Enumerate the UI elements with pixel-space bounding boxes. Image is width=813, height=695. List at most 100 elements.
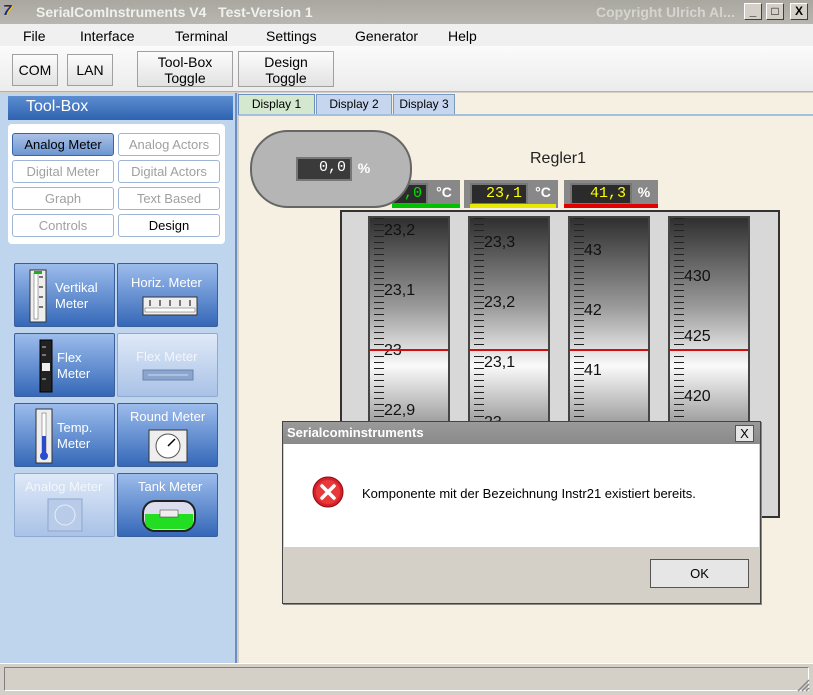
scale-label: 42 xyxy=(584,302,602,319)
close-button[interactable]: X xyxy=(790,3,808,20)
tab-display-2[interactable]: Display 2 xyxy=(316,94,392,115)
readout-2: 23,1 °C xyxy=(464,180,558,208)
scale-label: 23,1 xyxy=(384,282,416,299)
tile-label: Vertikal xyxy=(55,280,98,295)
tile-label: Temp. xyxy=(57,420,93,435)
menu-help[interactable]: Help xyxy=(448,28,477,44)
category-text-based[interactable]: Text Based xyxy=(118,187,220,210)
toolbox-title: Tool-Box xyxy=(8,96,233,120)
tab-display-1[interactable]: Display 1 xyxy=(238,94,315,115)
design-toggle-label-2: Toggle xyxy=(265,70,307,86)
percent-gauge[interactable]: 0,0 % xyxy=(250,130,412,208)
scale-label: 430 xyxy=(684,268,711,285)
design-toggle-label-1: Design xyxy=(264,54,308,70)
analog-meter-icon xyxy=(47,498,83,532)
scale-label: 23 xyxy=(384,342,402,360)
lan-button[interactable]: LAN xyxy=(67,54,113,86)
tile-label: Horiz. Meter xyxy=(131,275,202,290)
regler-title: Regler1 xyxy=(530,150,587,167)
thermometer-icon xyxy=(35,408,53,464)
app-logo-icon: 7 xyxy=(3,2,12,19)
setpoint-line xyxy=(370,349,448,351)
category-controls[interactable]: Controls xyxy=(12,214,114,237)
category-analog-meter[interactable]: Analog Meter xyxy=(12,133,114,156)
setpoint-line xyxy=(570,349,648,351)
readout-1-bar xyxy=(392,204,460,208)
flex-meter-icon xyxy=(39,339,53,393)
dialog-title: Serialcominstruments xyxy=(283,422,760,444)
readout-3-value: 41,3 xyxy=(570,183,632,205)
category-panel: Analog Meter Analog Actors Digital Meter… xyxy=(8,124,225,244)
tile-vertikal-meter[interactable]: Vertikal Meter xyxy=(14,263,115,327)
ok-button[interactable]: OK xyxy=(650,559,749,588)
percent-gauge-value: 0,0 xyxy=(296,157,352,181)
menu-generator[interactable]: Generator xyxy=(355,28,418,44)
tile-horiz-meter[interactable]: Horiz. Meter xyxy=(117,263,218,327)
copyright-text: Copyright Ulrich Al... xyxy=(596,4,735,20)
tile-label: Meter xyxy=(55,296,89,311)
scale-label: 23,2 xyxy=(384,222,416,239)
readout-1-unit: °C xyxy=(436,184,452,200)
readout-3-unit: % xyxy=(637,184,651,200)
readout-2-unit: °C xyxy=(535,184,551,200)
minimize-button[interactable]: _ xyxy=(744,3,762,20)
flex-meter-bar-icon xyxy=(142,369,194,381)
scale-label: 23,3 xyxy=(484,234,516,251)
tile-label: Flex Meter xyxy=(136,349,198,364)
setpoint-line xyxy=(470,349,548,351)
dialog-close-button[interactable]: X xyxy=(735,425,754,442)
scale-label: 22,9 xyxy=(384,402,416,419)
category-analog-actors[interactable]: Analog Actors xyxy=(118,133,220,156)
dialog-message: Komponente mit der Bezeichnung Instr21 e… xyxy=(362,486,696,501)
tile-flex-meter[interactable]: Flex Meter xyxy=(14,333,115,397)
percent-gauge-unit: % xyxy=(357,160,371,176)
scale-label: 41 xyxy=(584,362,602,379)
tile-label: Analog Meter xyxy=(25,479,103,494)
scale-label: 23,2 xyxy=(484,294,516,311)
tab-display-3[interactable]: Display 3 xyxy=(393,94,455,115)
category-graph[interactable]: Graph xyxy=(12,187,114,210)
tile-label: Flex xyxy=(57,350,82,365)
error-icon xyxy=(312,476,344,508)
menu-terminal[interactable]: Terminal xyxy=(175,28,228,44)
category-digital-meter[interactable]: Digital Meter xyxy=(12,160,114,183)
status-field xyxy=(4,667,809,691)
tile-label: Round Meter xyxy=(130,409,206,424)
readout-2-bar xyxy=(470,204,556,208)
vertical-meter-icon xyxy=(29,269,47,323)
horizontal-meter-icon xyxy=(142,296,198,316)
menu-interface[interactable]: Interface xyxy=(80,28,134,44)
tile-temp-meter[interactable]: Temp. Meter xyxy=(14,403,115,467)
toolbox-toggle-label-1: Tool-Box xyxy=(157,54,213,70)
setpoint-line xyxy=(670,349,748,351)
design-toggle-button[interactable]: Design Toggle xyxy=(238,51,334,87)
tile-analog-meter[interactable]: Analog Meter xyxy=(14,473,115,537)
title-bar: 7 SerialComInstruments V4 Test-Version 1… xyxy=(0,0,813,24)
scale-label: 43 xyxy=(584,242,602,259)
readout-3-bar xyxy=(564,204,658,208)
menu-bar: File Interface Terminal Settings Generat… xyxy=(0,24,813,46)
tile-tank-meter[interactable]: Tank Meter xyxy=(117,473,218,537)
scale-label: 23,1 xyxy=(484,354,516,371)
menu-settings[interactable]: Settings xyxy=(266,28,317,44)
readout-3: 41,3 % xyxy=(564,180,658,208)
toolbar: COM LAN Tool-Box Toggle Design Toggle xyxy=(0,46,813,92)
toolbox-toggle-label-2: Toggle xyxy=(164,70,206,86)
menu-file[interactable]: File xyxy=(23,28,46,44)
tile-label: Meter xyxy=(57,436,91,451)
toolbox-toggle-button[interactable]: Tool-Box Toggle xyxy=(137,51,233,87)
dialog-body: Komponente mit der Bezeichnung Instr21 e… xyxy=(284,444,759,547)
scale-label: 425 xyxy=(684,328,711,345)
com-button[interactable]: COM xyxy=(12,54,58,86)
category-design[interactable]: Design xyxy=(118,214,220,237)
tile-label: Tank Meter xyxy=(138,479,203,494)
tile-flex-meter-disabled[interactable]: Flex Meter xyxy=(117,333,218,397)
window-title: SerialComInstruments V4 Test-Version 1 xyxy=(36,4,313,20)
tile-round-meter[interactable]: Round Meter xyxy=(117,403,218,467)
maximize-button[interactable]: □ xyxy=(766,3,784,20)
readout-2-value: 23,1 xyxy=(470,183,528,205)
scale-label: 420 xyxy=(684,388,711,405)
resize-grip-icon[interactable] xyxy=(796,678,810,692)
category-digital-actors[interactable]: Digital Actors xyxy=(118,160,220,183)
tank-meter-icon xyxy=(142,500,196,532)
